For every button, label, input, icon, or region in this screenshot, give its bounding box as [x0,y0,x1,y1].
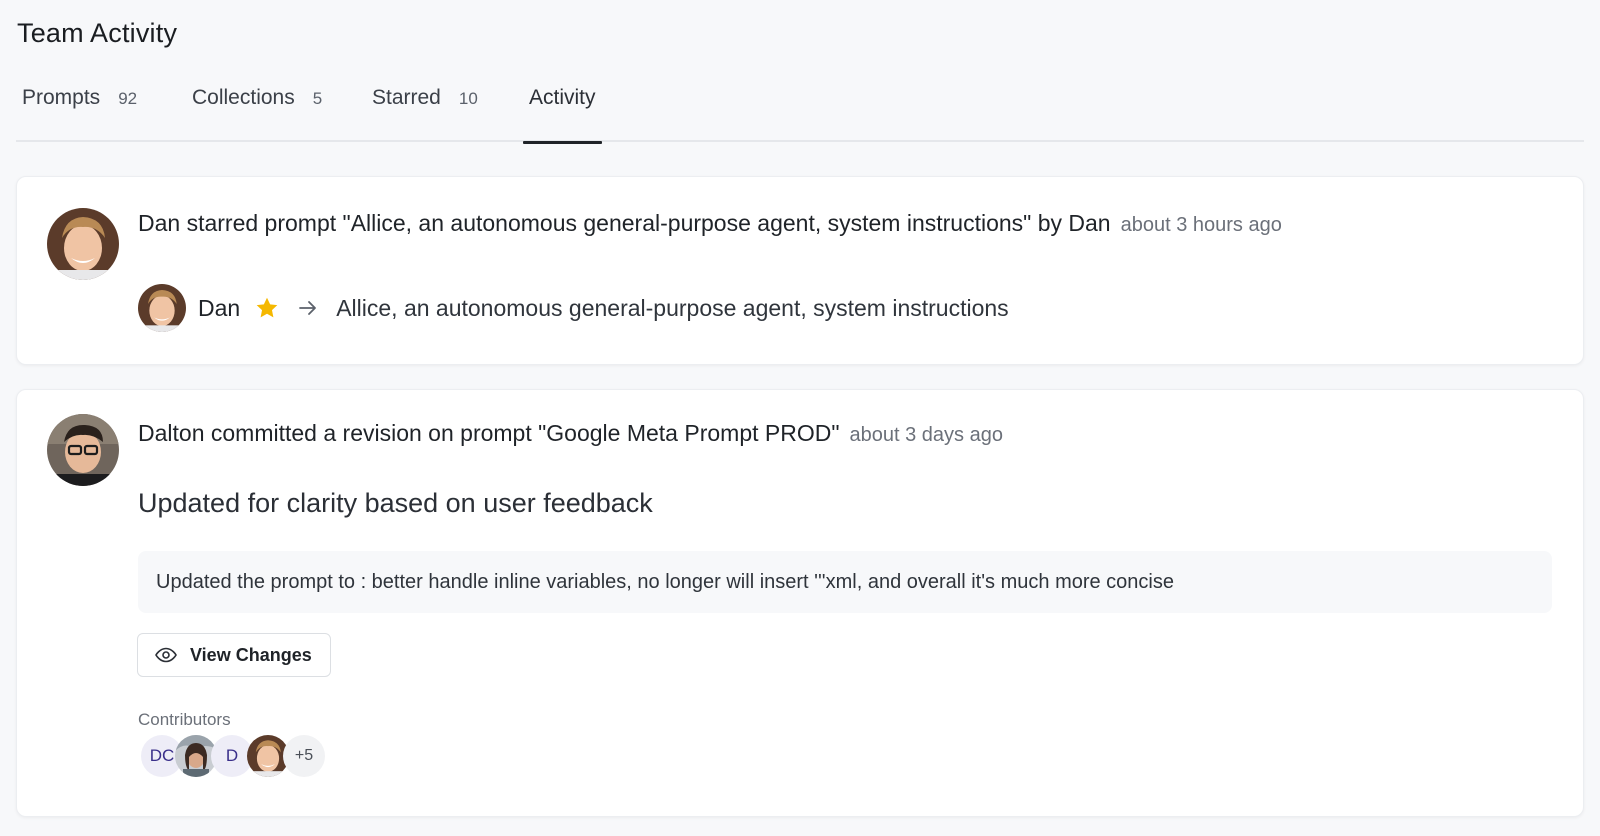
tab-label: Starred [372,86,441,109]
tab-prompts[interactable]: Prompts 92 [22,78,137,142]
page-title: Team Activity [17,18,178,48]
team-activity-page: Team Activity Prompts 92 Collections 5 S… [0,0,1600,836]
tab-activity[interactable]: Activity [523,78,601,144]
commit-description: Updated the prompt to : better handle in… [138,551,1552,613]
tab-collections[interactable]: Collections 5 [192,78,322,142]
tab-label: Collections [192,86,295,109]
starred-prompt-link[interactable]: Allice, an autonomous general-purpose ag… [336,295,1008,322]
timestamp: about 3 hours ago [1120,214,1282,236]
activity-headline: Dan starred prompt "Allice, an autonomou… [138,210,1282,237]
tab-count: 92 [118,89,138,108]
avatar-photo [138,284,186,332]
actor-name[interactable]: Dan [198,295,240,322]
avatar-photo [47,414,119,486]
activity-item-starred: Dan starred prompt "Allice, an autonomou… [16,176,1584,365]
tab-label: Prompts [22,86,101,109]
arrow-right-icon [299,301,317,315]
headline-text: Dalton committed a revision on prompt "G… [138,420,840,446]
tab-count: 5 [312,89,323,108]
tab-label: Activity [529,86,596,109]
view-changes-label: View Changes [190,644,312,665]
activity-item-revision: Dalton committed a revision on prompt "G… [16,389,1584,817]
view-changes-button[interactable]: View Changes [137,633,331,677]
star-icon [256,297,278,318]
tab-count: 10 [458,89,478,108]
avatar-photo [47,208,119,280]
more-contributors-badge[interactable]: +5 [283,735,325,777]
timestamp: about 3 days ago [849,424,1003,446]
commit-title: Updated for clarity based on user feedba… [138,488,653,518]
eye-icon [155,647,177,663]
activity-headline: Dalton committed a revision on prompt "G… [138,420,1003,447]
avatar-dan-small[interactable] [138,284,186,332]
tab-bar: Prompts 92 Collections 5 Starred 10 Acti… [16,78,1584,144]
contributors-label: Contributors [138,710,231,729]
contributors-list: DC D +5 [141,735,341,777]
starred-detail-row: Dan Allice, an autonomous general-purpos… [138,284,1009,332]
avatar-dalton[interactable] [47,414,119,486]
tab-starred[interactable]: Starred 10 [372,78,478,142]
headline-text: Dan starred prompt "Allice, an autonomou… [138,210,1111,236]
avatar-dan[interactable] [47,208,119,280]
commit-description-text: Updated the prompt to : better handle in… [156,570,1174,593]
